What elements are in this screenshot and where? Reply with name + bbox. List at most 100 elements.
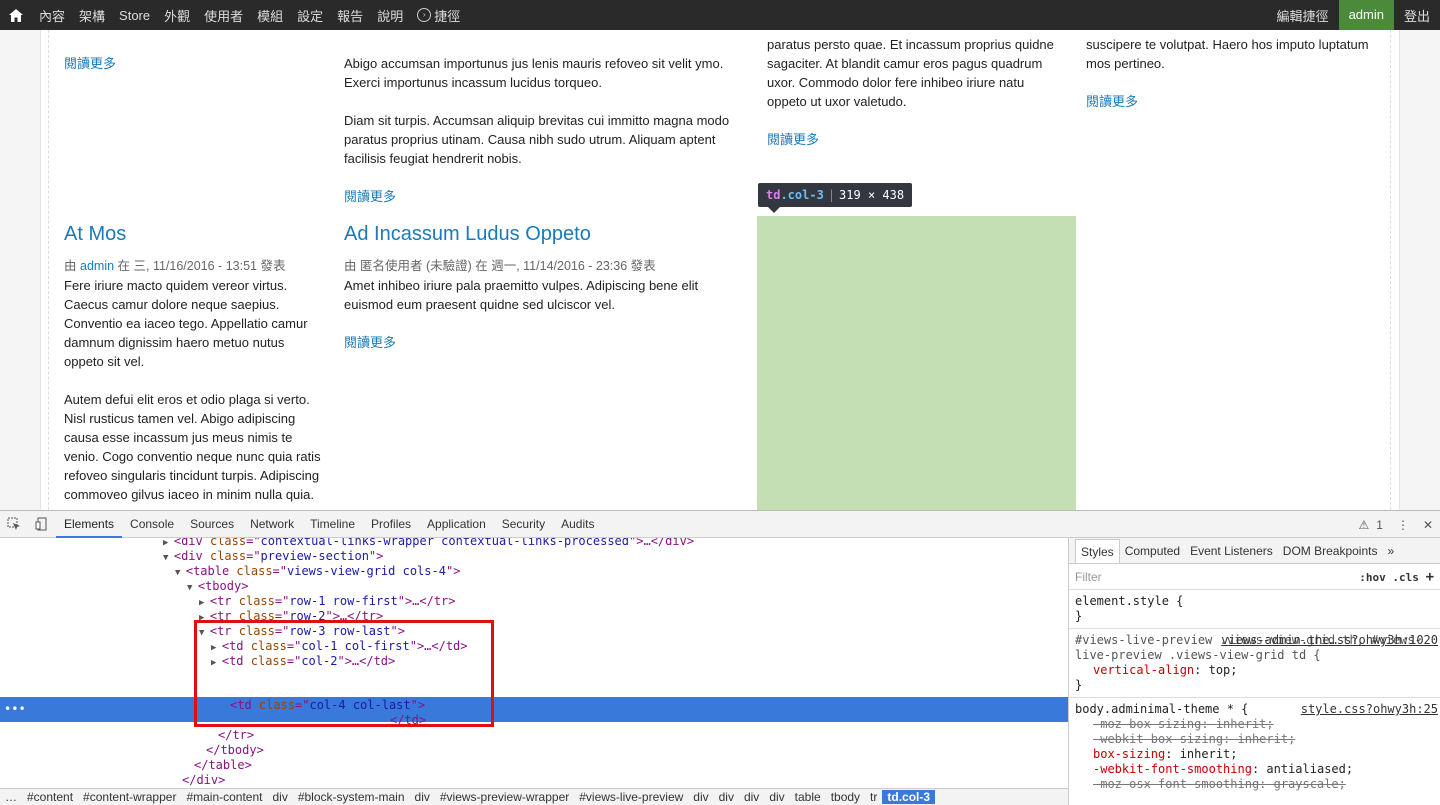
tag-open: <table xyxy=(185,564,237,578)
read-more-link[interactable]: 閱讀更多 xyxy=(344,189,396,204)
expand-arrow-icon[interactable]: ▶ xyxy=(163,538,174,548)
breadcrumb-item[interactable]: tbody xyxy=(826,790,865,804)
warning-counter[interactable]: ⚠ 1 xyxy=(1344,518,1389,532)
read-more-link[interactable]: 閱讀更多 xyxy=(1086,94,1138,109)
dom-node-line[interactable]: ▼ <tbody> xyxy=(187,579,248,594)
toolbar-item-appearance[interactable]: 外觀 xyxy=(157,6,197,25)
read-more-link[interactable]: 閱讀更多 xyxy=(344,335,396,350)
expand-arrow-icon[interactable]: ▶ xyxy=(199,598,210,608)
filter-input[interactable]: Filter xyxy=(1075,570,1102,584)
dom-node-line[interactable]: ▶ <div class="contextual-links-wrapper c… xyxy=(163,538,694,549)
breadcrumb-item[interactable]: div xyxy=(739,790,764,804)
dom-node-line[interactable]: ▶ <tr class="row-1 row-first">…</tr> xyxy=(199,594,456,609)
toolbar-item-modules[interactable]: 模組 xyxy=(250,6,290,25)
dom-node-line[interactable]: </table> xyxy=(194,758,252,773)
collapse-arrow-icon[interactable]: ▼ xyxy=(187,583,198,593)
read-more-link[interactable]: 閱讀更多 xyxy=(64,56,116,71)
logout-link[interactable]: 登出 xyxy=(1394,6,1440,25)
toolbar-shortcuts[interactable]: › 捷徑 xyxy=(410,6,467,25)
tab-styles[interactable]: Styles xyxy=(1075,538,1120,563)
tab-audits[interactable]: Audits xyxy=(553,511,602,538)
breadcrumb-item[interactable]: tr xyxy=(865,790,882,804)
more-tabs-icon[interactable]: » xyxy=(1382,544,1399,558)
hov-toggle[interactable]: :hov xyxy=(1359,571,1386,584)
tab-network[interactable]: Network xyxy=(242,511,302,538)
breadcrumb-item[interactable]: table xyxy=(790,790,826,804)
dom-node-line[interactable]: ▼ <div class="preview-section"> xyxy=(163,549,383,564)
cls-toggle[interactable]: .cls xyxy=(1392,571,1419,584)
styles-pane: Styles Computed Event Listeners DOM Brea… xyxy=(1068,538,1440,805)
dom-node-line[interactable]: </tbody> xyxy=(206,743,264,758)
tab-computed[interactable]: Computed xyxy=(1120,544,1185,558)
rule-declaration-overridden[interactable]: -webkit-box-sizing: inherit; xyxy=(1075,732,1434,747)
breadcrumb-item[interactable]: … xyxy=(0,790,22,804)
home-icon[interactable] xyxy=(0,0,32,30)
inspect-element-icon[interactable] xyxy=(0,511,28,538)
breadcrumb: … #content #content-wrapper #main-content di… xyxy=(0,788,1068,805)
breadcrumb-item[interactable]: #main-content xyxy=(181,790,267,804)
tab-elements[interactable]: Elements xyxy=(56,511,123,538)
dom-node-line[interactable]: ▼ <table class="views-view-grid cols-4"> xyxy=(175,564,460,579)
device-toolbar-icon[interactable] xyxy=(28,511,56,538)
collapse-arrow-icon[interactable]: ▼ xyxy=(163,553,174,563)
breadcrumb-item[interactable]: td.col-3 xyxy=(882,790,936,804)
toolbar-item-structure[interactable]: 架構 xyxy=(72,6,112,25)
prop-value: antialiased; xyxy=(1266,762,1354,776)
toolbar-item-content[interactable]: 內容 xyxy=(32,6,72,25)
edit-shortcuts-link[interactable]: 編輯捷徑 xyxy=(1267,6,1339,25)
toolbar-item-store[interactable]: Store xyxy=(112,8,157,23)
collapse-arrow-icon[interactable]: ▼ xyxy=(175,568,186,578)
read-more-link[interactable]: 閱讀更多 xyxy=(767,132,819,147)
attr-name: class xyxy=(238,594,275,608)
attr-eq: =" xyxy=(246,538,261,548)
breadcrumb-item[interactable]: div xyxy=(714,790,739,804)
tab-console[interactable]: Console xyxy=(122,511,182,538)
breadcrumb-item[interactable]: #views-live-preview xyxy=(574,790,688,804)
user-account-link[interactable]: admin xyxy=(1338,0,1394,30)
more-options-icon[interactable]: ⋮ xyxy=(1390,518,1416,532)
tab-profiles[interactable]: Profiles xyxy=(363,511,419,538)
article-title[interactable]: At Mos xyxy=(64,221,326,247)
rule-declaration[interactable]: vertical-align: top; xyxy=(1075,663,1434,678)
body-text: Fere iriure macto quidem vereor virtus. … xyxy=(64,278,308,369)
toolbar-item-config[interactable]: 設定 xyxy=(290,6,330,25)
attr-value: views-view-grid cols-4 xyxy=(287,564,446,578)
tab-dom-breakpoints[interactable]: DOM Breakpoints xyxy=(1278,544,1383,558)
toolbar-item-people[interactable]: 使用者 xyxy=(197,6,250,25)
breadcrumb-item[interactable]: #block-system-main xyxy=(293,790,410,804)
breadcrumb-item[interactable]: #views-preview-wrapper xyxy=(435,790,574,804)
dom-node-line[interactable]: </div> xyxy=(182,773,225,788)
rule-declaration-overridden[interactable]: -moz-osx-font-smoothing: grayscale; xyxy=(1075,777,1434,792)
attr-value: preview-section xyxy=(260,549,369,563)
attr-name: class xyxy=(209,549,247,563)
rule-selector[interactable]: element.style { xyxy=(1075,594,1434,609)
devtools-right-controls: ⚠ 1 ⋮ ✕ xyxy=(1344,511,1440,538)
rule-source-link[interactable]: style.css?ohwy3h:25 xyxy=(1301,702,1438,717)
tab-timeline[interactable]: Timeline xyxy=(302,511,363,538)
tab-security[interactable]: Security xyxy=(494,511,553,538)
article-title[interactable]: Ad Incassum Ludus Oppeto xyxy=(344,221,739,247)
dom-node-line[interactable]: </tr> xyxy=(218,728,254,743)
toolbar-item-help[interactable]: 說明 xyxy=(370,6,410,25)
breadcrumb-item[interactable]: #content xyxy=(22,790,78,804)
ellipsis-icon[interactable]: ••• xyxy=(4,702,26,717)
rule-close: } xyxy=(1075,609,1083,623)
tab-sources[interactable]: Sources xyxy=(182,511,242,538)
meta-prefix: 由 xyxy=(64,259,77,273)
tab-event-listeners[interactable]: Event Listeners xyxy=(1185,544,1278,558)
breadcrumb-item[interactable]: div xyxy=(688,790,713,804)
breadcrumb-item[interactable]: div xyxy=(764,790,789,804)
toolbar-item-reports[interactable]: 報告 xyxy=(330,6,370,25)
rule-declaration[interactable]: -webkit-font-smoothing: antialiased; xyxy=(1075,762,1434,777)
tab-application[interactable]: Application xyxy=(419,511,494,538)
add-rule-icon[interactable]: + xyxy=(1426,569,1434,585)
author-link[interactable]: admin xyxy=(80,259,114,273)
breadcrumb-item[interactable]: #content-wrapper xyxy=(78,790,181,804)
rule-declaration[interactable]: box-sizing: inherit; xyxy=(1075,747,1434,762)
close-icon[interactable]: ✕ xyxy=(1416,518,1440,532)
breadcrumb-item[interactable]: div xyxy=(267,790,292,804)
tag-open: <tbody> xyxy=(197,579,249,593)
breadcrumb-item[interactable]: div xyxy=(410,790,435,804)
rule-declaration-overridden[interactable]: -moz-box-sizing: inherit; xyxy=(1075,717,1434,732)
rule-source-link[interactable]: views-admin.the…ss?ohwy3h:1020 xyxy=(1221,633,1438,648)
